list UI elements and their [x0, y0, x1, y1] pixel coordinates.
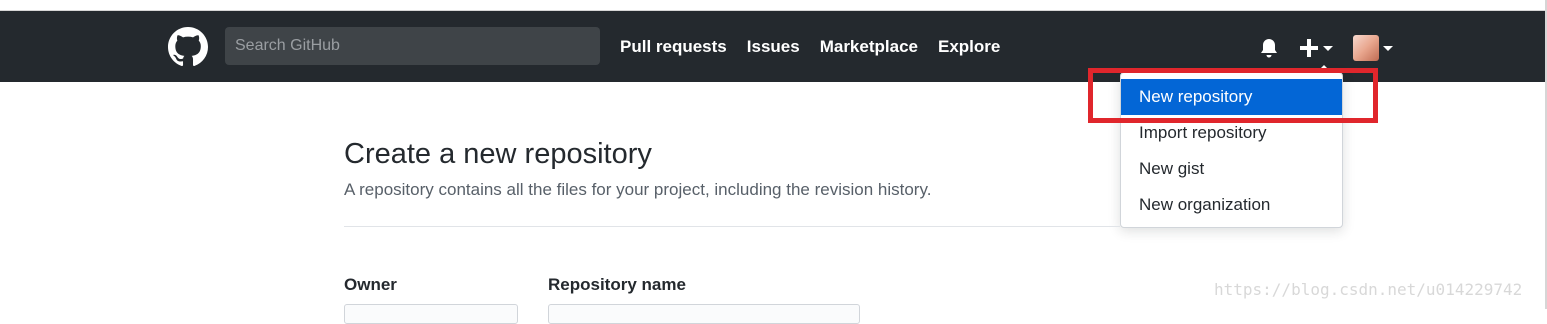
- page-subtitle: A repository contains all the files for …: [344, 180, 932, 199]
- menu-item-new-gist[interactable]: New gist: [1121, 151, 1342, 187]
- nav-marketplace[interactable]: Marketplace: [820, 37, 918, 57]
- chevron-down-icon: [1383, 46, 1393, 51]
- nav-pull-requests[interactable]: Pull requests: [620, 37, 727, 57]
- nav-issues[interactable]: Issues: [747, 37, 800, 57]
- page-title: Create a new repository: [344, 138, 652, 170]
- chevron-down-icon: [1323, 46, 1333, 51]
- owner-label: Owner: [344, 275, 397, 294]
- section-divider: [344, 226, 1120, 227]
- watermark-text: https://blog.csdn.net/u014229742: [1214, 280, 1523, 299]
- user-menu-button[interactable]: [1353, 35, 1395, 61]
- create-new-button[interactable]: [1298, 35, 1336, 61]
- avatar: [1353, 35, 1379, 61]
- owner-select[interactable]: [344, 304, 518, 324]
- plus-icon: [1300, 39, 1318, 57]
- search-input[interactable]: [225, 27, 600, 65]
- menu-item-new-organization[interactable]: New organization: [1121, 187, 1342, 223]
- repository-name-input[interactable]: [548, 304, 860, 324]
- annotation-highlight-box: [1088, 68, 1378, 123]
- bell-icon[interactable]: [1258, 37, 1280, 59]
- main-nav: Pull requests Issues Marketplace Explore: [620, 37, 1000, 57]
- github-logo-icon[interactable]: [168, 27, 208, 67]
- repository-name-label: Repository name: [548, 275, 686, 294]
- nav-explore[interactable]: Explore: [938, 37, 1000, 57]
- browser-chrome-edge: [0, 0, 1547, 11]
